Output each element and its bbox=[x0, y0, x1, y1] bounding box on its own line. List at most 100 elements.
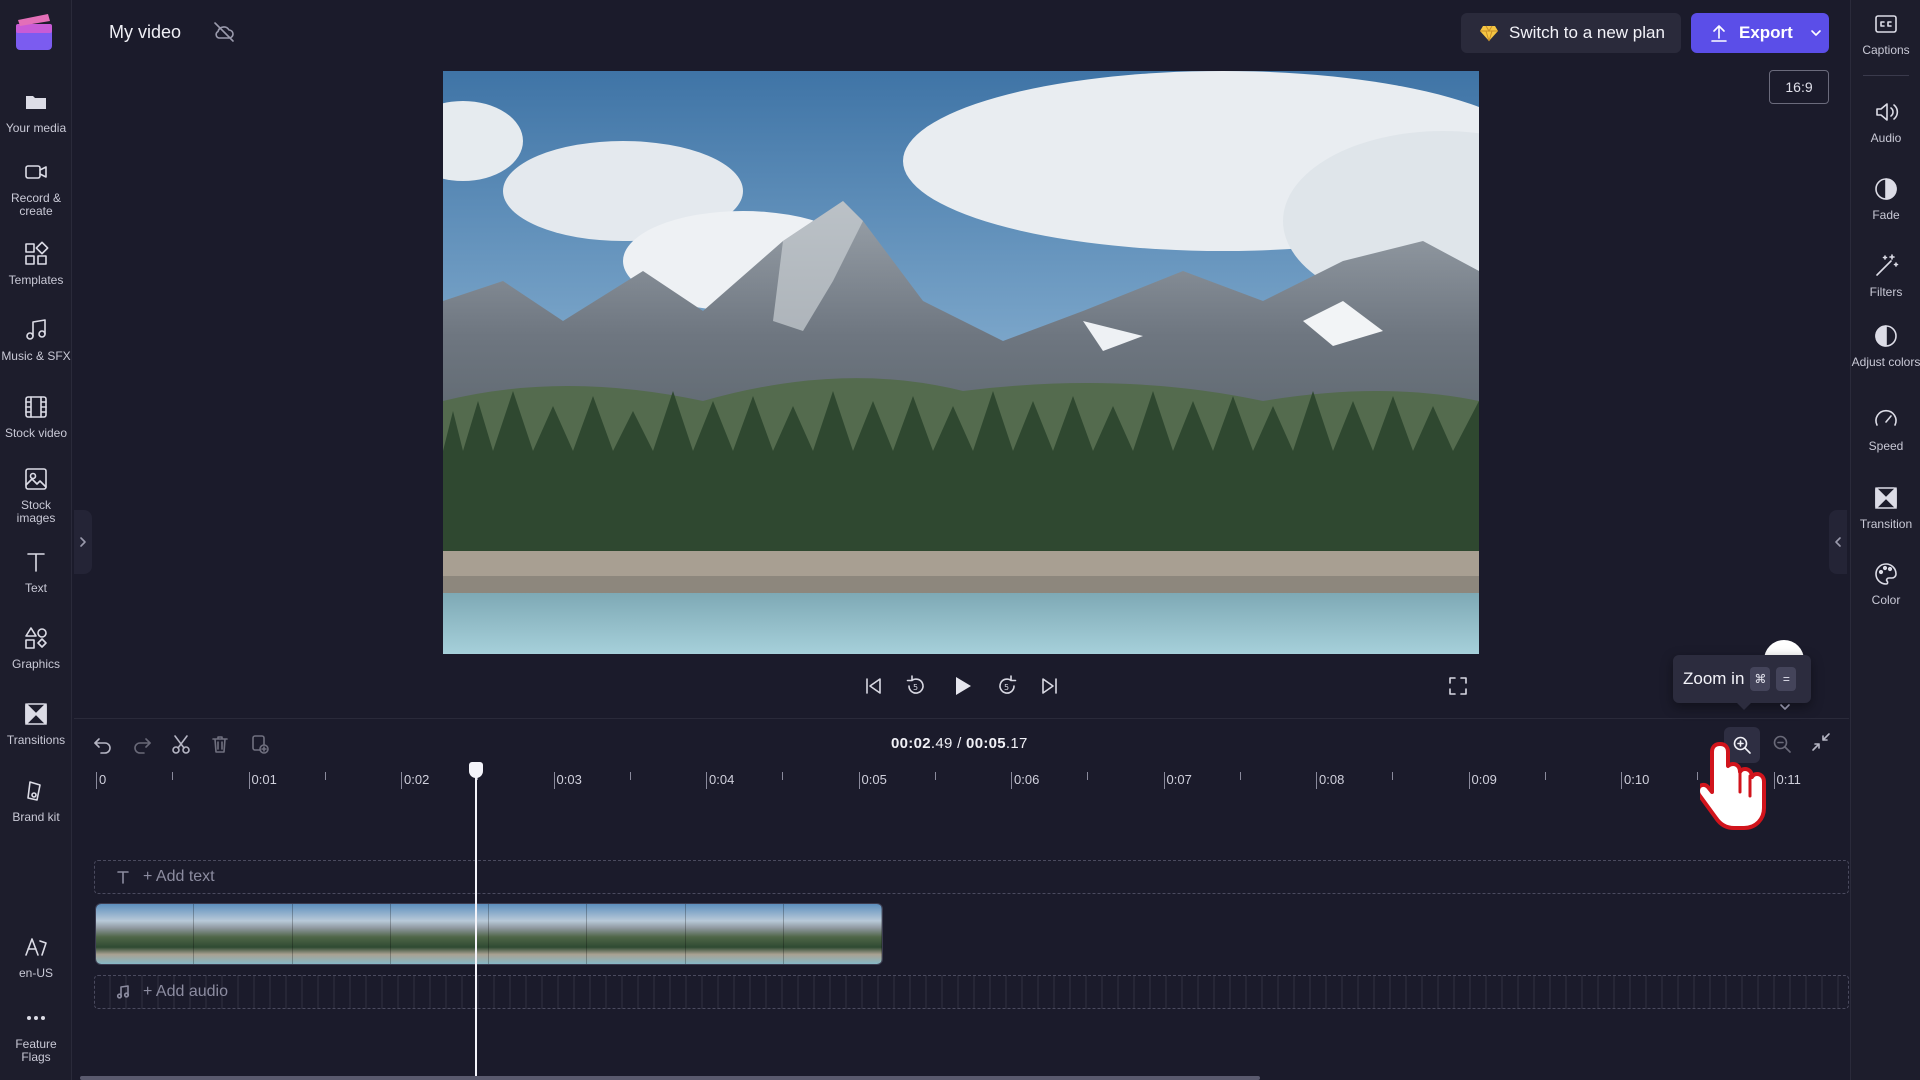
palette-icon bbox=[1875, 563, 1897, 585]
total-time: 00:05 bbox=[966, 735, 1006, 752]
sidebar-item-label: Graphics bbox=[11, 657, 61, 671]
sidebar-item-fade[interactable]: Fade bbox=[1851, 175, 1920, 222]
clipchamp-logo-icon[interactable] bbox=[14, 12, 54, 52]
rewind-5s-icon[interactable]: 5 bbox=[901, 671, 931, 701]
ruler-label: 0:11 bbox=[1776, 772, 1801, 787]
sidebar-item-transitions[interactable]: Transitions bbox=[0, 700, 72, 747]
video-clip[interactable] bbox=[95, 903, 884, 965]
project-title[interactable]: My video bbox=[109, 22, 181, 43]
sidebar-item-label: Templates bbox=[8, 273, 64, 287]
magic-wand-icon bbox=[1876, 254, 1899, 276]
upgrade-plan-button[interactable]: Switch to a new plan bbox=[1461, 13, 1681, 53]
templates-icon bbox=[25, 241, 49, 265]
sidebar-item-speed[interactable]: Speed bbox=[1851, 406, 1920, 453]
chevron-down-icon bbox=[1811, 30, 1821, 36]
text-icon bbox=[27, 553, 45, 572]
speedometer-icon bbox=[1875, 409, 1897, 426]
brand-kit-icon bbox=[27, 781, 41, 801]
ruler-major-tick bbox=[401, 772, 402, 789]
cloud-off-icon[interactable] bbox=[212, 20, 236, 44]
ruler-minor-tick bbox=[1239, 772, 1241, 780]
skip-to-end-icon[interactable] bbox=[1035, 671, 1065, 701]
ruler-minor-tick bbox=[1392, 772, 1394, 780]
right-sidebar: Captions Audio Fade Filters Adjust color… bbox=[1850, 0, 1920, 1080]
ruler-label: 0:08 bbox=[1319, 772, 1345, 787]
sidebar-item-stock-images[interactable]: Stock images bbox=[0, 465, 72, 525]
sidebar-item-language[interactable]: en-US bbox=[0, 933, 72, 980]
timeline-horizontal-scrollbar[interactable] bbox=[80, 1076, 1260, 1080]
add-audio-track[interactable]: + Add audio bbox=[94, 975, 1849, 1009]
sidebar-item-stock-video[interactable]: Stock video bbox=[0, 393, 72, 440]
sidebar-item-brand-kit[interactable]: Brand kit bbox=[0, 777, 72, 824]
text-icon bbox=[117, 871, 129, 884]
transition-icon bbox=[25, 703, 47, 725]
sidebar-item-adjust-colors[interactable]: Adjust colors bbox=[1851, 322, 1920, 369]
timeline-ruler[interactable]: 0 0:01 0:02 0:03 0:04 0:05 0:06 0:07 0:08 0:09 0:1… bbox=[92, 768, 1849, 794]
shapes-icon bbox=[25, 627, 47, 649]
sidebar-item-filters[interactable]: Filters bbox=[1851, 252, 1920, 299]
playhead-line[interactable] bbox=[474, 770, 477, 1080]
tooltip-label: Zoom in bbox=[1683, 669, 1745, 688]
sidebar-item-feature-flags[interactable]: Feature Flags bbox=[0, 1004, 72, 1064]
ruler-major-tick bbox=[1163, 772, 1165, 789]
total-time-fraction: .17 bbox=[1005, 735, 1028, 752]
sidebar-item-label: Transition bbox=[1859, 517, 1913, 531]
add-text-track[interactable]: + Add text bbox=[94, 860, 1849, 894]
aspect-ratio-button[interactable]: 16:9 bbox=[1769, 70, 1829, 104]
fullscreen-icon[interactable] bbox=[1443, 671, 1473, 701]
ruler-major-tick bbox=[553, 772, 555, 789]
ruler-minor-tick bbox=[782, 772, 784, 780]
sidebar-item-music-sfx[interactable]: Music & SFX bbox=[0, 316, 72, 363]
sidebar-item-captions[interactable]: Captions bbox=[1851, 10, 1920, 57]
sidebar-item-text[interactable]: Text bbox=[0, 548, 72, 595]
sidebar-item-label: Audio bbox=[1870, 131, 1902, 145]
playhead-handle[interactable] bbox=[468, 762, 483, 778]
undo-icon[interactable] bbox=[92, 733, 114, 755]
ruler-label: 0:10 bbox=[1624, 772, 1650, 787]
ruler-major-tick bbox=[1468, 772, 1470, 789]
sidebar-item-templates[interactable]: Templates bbox=[0, 240, 72, 287]
mountain-landscape-image bbox=[443, 71, 1479, 654]
sidebar-item-graphics[interactable]: Graphics bbox=[0, 624, 72, 671]
transition-icon bbox=[1875, 487, 1897, 509]
sidebar-item-label: Text bbox=[24, 581, 47, 595]
video-preview[interactable] bbox=[443, 71, 1479, 654]
camera-icon bbox=[25, 165, 47, 179]
forward-5s-icon[interactable]: 5 bbox=[992, 671, 1022, 701]
scissors-icon[interactable] bbox=[170, 733, 192, 755]
sidebar-item-record-create[interactable]: Record & create bbox=[0, 158, 72, 218]
trash-icon[interactable] bbox=[209, 733, 231, 755]
shortcut-key-equals: = bbox=[1776, 667, 1797, 691]
clip-thumbnail bbox=[96, 904, 195, 964]
zoom-out-icon[interactable] bbox=[1771, 733, 1793, 755]
fit-to-screen-icon[interactable] bbox=[1810, 731, 1832, 753]
sidebar-item-audio[interactable]: Audio bbox=[1851, 98, 1920, 145]
ruler-label: 0:06 bbox=[1014, 772, 1040, 787]
divider bbox=[1863, 75, 1909, 76]
shortcut-key-command: ⌘ bbox=[1750, 667, 1771, 691]
sidebar-item-label: Stock images bbox=[16, 498, 56, 525]
language-icon bbox=[25, 938, 47, 956]
image-icon bbox=[25, 468, 47, 490]
export-button[interactable]: Export bbox=[1691, 13, 1829, 53]
sidebar-item-label: Record & create bbox=[10, 191, 62, 218]
left-panel-toggle[interactable] bbox=[74, 510, 92, 574]
speaker-icon bbox=[1876, 103, 1899, 121]
right-panel-toggle[interactable] bbox=[1829, 510, 1847, 574]
ruler-label: 0 bbox=[99, 772, 107, 787]
skip-to-start-icon[interactable] bbox=[858, 671, 888, 701]
sidebar-item-label: Stock video bbox=[4, 426, 68, 440]
sidebar-item-label: Captions bbox=[1862, 43, 1910, 57]
sidebar-item-label: Music & SFX bbox=[1, 349, 71, 363]
sidebar-item-color[interactable]: Color bbox=[1851, 560, 1920, 607]
music-note-icon bbox=[26, 319, 46, 340]
sidebar-item-transition[interactable]: Transition bbox=[1851, 484, 1920, 531]
redo-icon[interactable] bbox=[131, 733, 153, 755]
sidebar-item-your-media[interactable]: Your media bbox=[0, 88, 72, 135]
play-icon[interactable] bbox=[947, 671, 977, 701]
upload-icon bbox=[1711, 25, 1727, 42]
chevron-down-icon[interactable] bbox=[1778, 700, 1792, 714]
duplicate-icon[interactable] bbox=[248, 733, 270, 755]
sidebar-item-label: Transitions bbox=[6, 733, 66, 747]
ruler-major-tick bbox=[858, 772, 860, 789]
